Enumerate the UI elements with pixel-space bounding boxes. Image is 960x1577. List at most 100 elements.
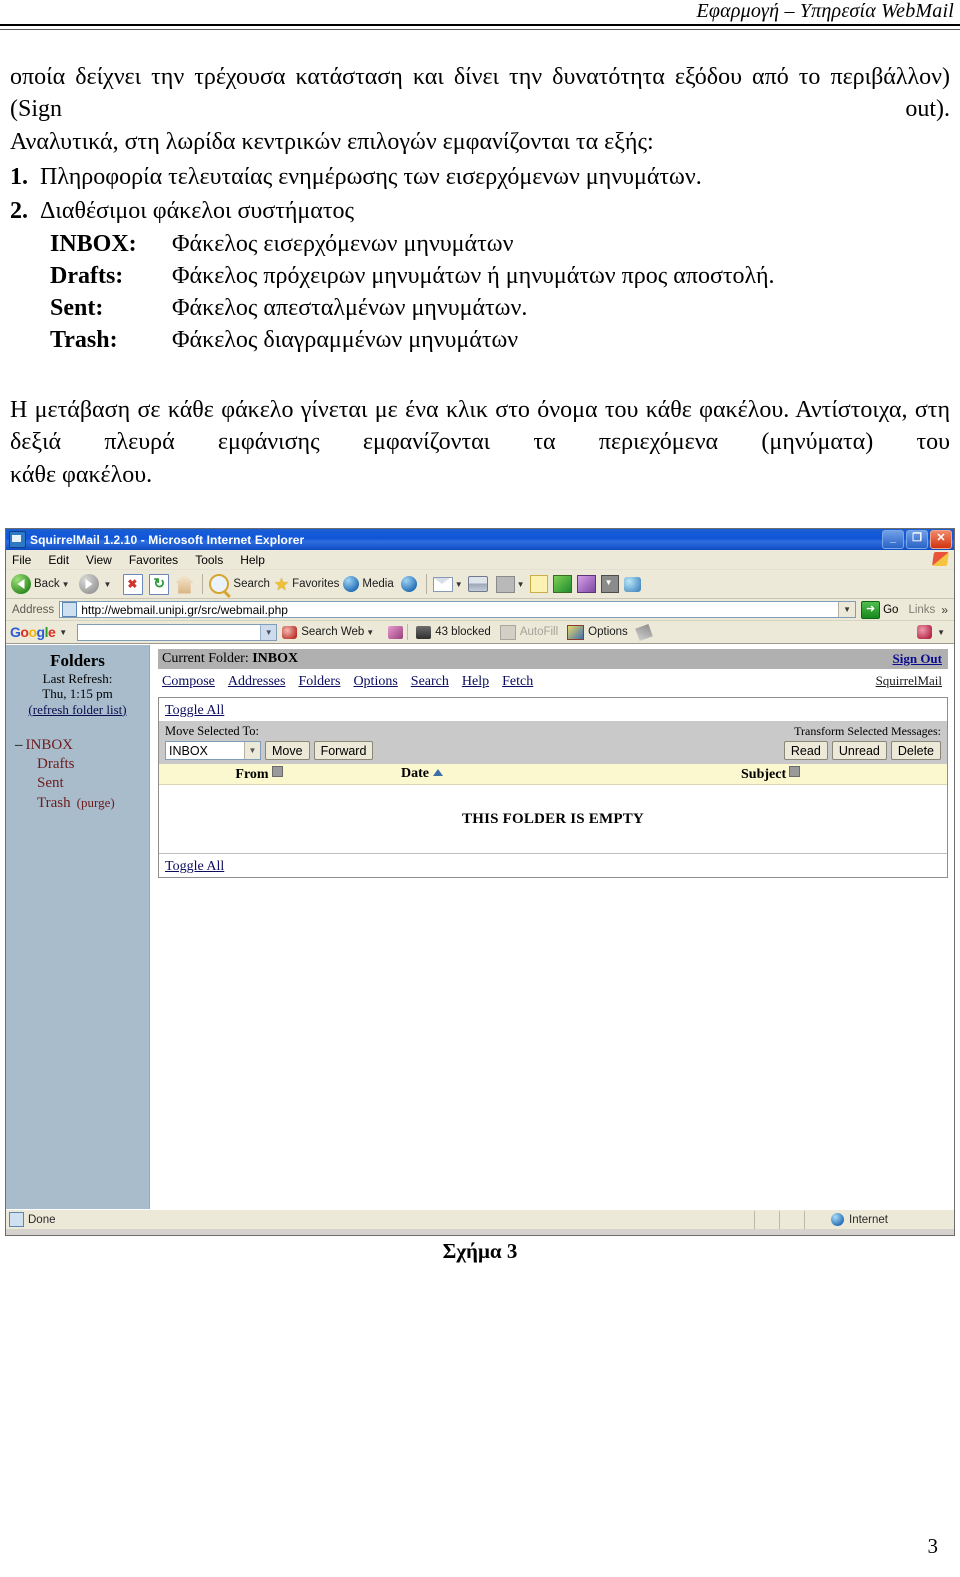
chevron-down-icon[interactable]: ▼ (937, 628, 945, 637)
toolbar-separator (202, 574, 204, 594)
minimize-button[interactable]: _ (882, 530, 904, 549)
search-web-label: Search Web (301, 626, 365, 638)
notes-icon[interactable] (529, 575, 548, 593)
menu-item-file[interactable]: File (12, 553, 31, 567)
menu-link-fetch[interactable]: Fetch (502, 674, 533, 689)
menu-link-search[interactable]: Search (411, 674, 449, 689)
folder-link-inbox[interactable]: INBOX (26, 737, 74, 753)
chevron-down-icon[interactable]: ▼ (59, 628, 67, 637)
chevron-down-icon[interactable]: ▼ (366, 628, 374, 637)
folder-list-item-sent[interactable]: Sent (15, 774, 149, 793)
chevron-right-icon[interactable]: » (941, 603, 948, 617)
folder-link-drafts[interactable]: Drafts (37, 756, 75, 772)
address-dropdown-icon[interactable]: ▼ (838, 602, 856, 617)
inbox-icon[interactable] (600, 575, 619, 593)
toggle-all-link-top[interactable]: Toggle All (165, 703, 224, 718)
google-search-web-button[interactable]: Search Web ▼ (282, 625, 379, 639)
sign-out-link[interactable]: Sign Out (893, 651, 943, 667)
column-header-date[interactable]: Date (359, 766, 661, 782)
menu-link-addresses[interactable]: Addresses (228, 674, 286, 689)
browser-status-bar: Done Internet (6, 1209, 954, 1229)
status-pane (779, 1210, 804, 1229)
restore-button[interactable]: ❐ (906, 530, 928, 549)
search-icon (209, 574, 230, 594)
media-icon (343, 576, 360, 592)
folder-link-trash[interactable]: Trash (37, 795, 71, 811)
squirrelmail-brand-link[interactable]: SquirrelMail (876, 673, 942, 689)
sort-toggle-icon[interactable] (271, 765, 283, 777)
mail-icon[interactable] (432, 576, 453, 592)
folder-list-item-trash[interactable]: Trash (purge) (15, 794, 149, 813)
move-button[interactable]: Move (265, 741, 310, 760)
research-icon[interactable] (576, 575, 596, 593)
read-button[interactable]: Read (783, 741, 828, 760)
column-header-from[interactable]: From (159, 765, 359, 783)
browser-window-screenshot: SquirrelMail 1.2.10 - Microsoft Internet… (5, 528, 955, 1236)
menu-item-edit[interactable]: Edit (48, 553, 69, 567)
toggle-all-link-bottom[interactable]: Toggle All (165, 859, 224, 874)
autofill-button[interactable]: AutoFill (499, 624, 558, 640)
forward-button[interactable]: ▼ (78, 574, 117, 594)
menu-link-help[interactable]: Help (462, 674, 489, 689)
sort-ascending-icon[interactable] (433, 769, 443, 776)
security-zone-label: Internet (849, 1213, 888, 1226)
google-search-input[interactable]: ▼ (77, 623, 278, 641)
back-button[interactable]: Back ▼ (11, 574, 75, 594)
star-icon: ★ (273, 574, 290, 594)
sort-toggle-icon[interactable] (789, 765, 801, 777)
google-extra-icon[interactable] (917, 625, 933, 639)
home-icon[interactable] (175, 574, 194, 594)
menu-item-view[interactable]: View (86, 553, 112, 567)
people-icon[interactable] (623, 576, 641, 592)
numbered-item-1: 1. Πληροφορία τελευταίας ενημέρωσης των … (10, 161, 950, 193)
forward-button[interactable]: Forward (313, 741, 374, 760)
messenger-icon[interactable] (552, 575, 572, 593)
media-button[interactable]: Media (343, 576, 394, 592)
menu-link-folders[interactable]: Folders (298, 674, 340, 689)
unread-button[interactable]: Unread (831, 741, 887, 760)
column-header-subject[interactable]: Subject (661, 765, 947, 783)
toggle-all-row-top: Toggle All (159, 698, 947, 722)
menu-link-options[interactable]: Options (353, 674, 397, 689)
links-label[interactable]: Links (908, 604, 935, 616)
highlight-icon[interactable] (635, 623, 653, 641)
menu-item-help[interactable]: Help (240, 553, 265, 567)
folder-link-sent[interactable]: Sent (37, 775, 64, 791)
close-button[interactable]: ✕ (930, 530, 952, 549)
purge-link[interactable]: (purge) (77, 795, 115, 810)
refresh-icon[interactable] (149, 573, 170, 595)
chevron-down-icon[interactable]: ▼ (244, 742, 260, 759)
bookmark-icon[interactable] (388, 625, 404, 639)
history-icon[interactable] (400, 576, 417, 592)
folder-list-item-drafts[interactable]: Drafts (15, 755, 149, 774)
page-viewport: Folders Last Refresh: Thu, 1:15 pm (refr… (6, 644, 954, 1209)
delete-button[interactable]: Delete (890, 741, 941, 760)
move-target-select[interactable]: INBOX ▼ (165, 741, 261, 760)
transform-controls: Transform Selected Messages: Read Unread… (783, 724, 941, 760)
numbered-item-1-number: 1. (10, 164, 28, 191)
menu-item-favorites[interactable]: Favorites (129, 553, 178, 567)
toggle-all-row-bottom: Toggle All (159, 854, 947, 877)
favorites-button[interactable]: ★ Favorites (274, 576, 340, 593)
menu-link-compose[interactable]: Compose (162, 674, 215, 689)
popup-blocker-button[interactable]: 43 blocked (416, 625, 491, 639)
google-search-dropdown-icon[interactable]: ▼ (260, 624, 277, 640)
squirrelmail-main-frame: Current Folder: INBOX Sign Out Compose Ad… (150, 645, 954, 1209)
numbered-item-1-text: Πληροφορία τελευταίας ενημέρωσης των εισ… (40, 164, 702, 191)
stop-icon[interactable] (123, 573, 144, 595)
collapse-icon[interactable]: – (15, 737, 23, 753)
go-button[interactable]: ➜ Go (861, 600, 898, 619)
column-header-date-label: Date (401, 766, 429, 781)
menu-item-tools[interactable]: Tools (195, 553, 223, 567)
numbered-item-2: 2. Διαθέσιμοι φάκελοι συστήματος (10, 195, 950, 227)
folder-list-item-inbox[interactable]: – INBOX (15, 736, 149, 755)
search-button[interactable]: Search (209, 574, 270, 594)
edit-icon[interactable] (495, 575, 515, 593)
refresh-folder-list-link[interactable]: (refresh folder list) (6, 702, 149, 718)
running-header-text: Εφαρμογή – Υπηρεσία WebMail (696, 0, 954, 22)
address-input[interactable]: http://webmail.unipi.gr/src/webmail.php … (59, 601, 857, 618)
google-options-button[interactable]: Options (567, 624, 628, 640)
column-header-from-label: From (235, 766, 269, 782)
print-icon[interactable] (467, 576, 488, 592)
